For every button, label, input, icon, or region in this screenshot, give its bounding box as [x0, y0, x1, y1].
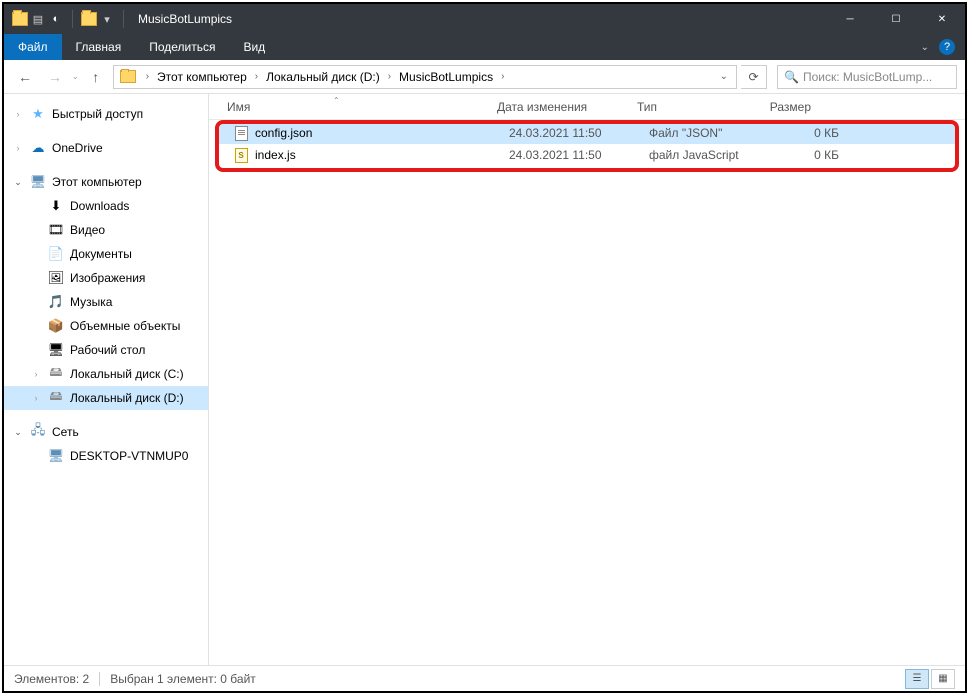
sidebar-downloads[interactable]: ⬇ Downloads: [4, 194, 208, 218]
sidebar-this-pc[interactable]: ⌄ 🖥 Этот компьютер: [4, 170, 208, 194]
chevron-right-icon[interactable]: ›: [30, 369, 42, 379]
back-button[interactable]: ←: [12, 64, 38, 90]
file-json-icon: [233, 125, 249, 141]
titlebar: ▤ ◐ ▾ MusicBotLumpics ─ ☐ ✕: [4, 4, 965, 34]
sidebar-drive-c[interactable]: › 🖴 Локальный диск (C:): [4, 362, 208, 386]
breadcrumb-folder-icon: [120, 70, 136, 83]
qat-properties-icon[interactable]: ▤: [30, 11, 46, 27]
crumb-drive-d[interactable]: Локальный диск (D:): [262, 66, 384, 88]
ribbon-tab-view[interactable]: Вид: [229, 34, 279, 60]
file-type: файл JavaScript: [649, 148, 769, 162]
file-type: Файл "JSON": [649, 126, 769, 140]
sort-indicator-icon: ⌃: [333, 96, 340, 105]
video-icon: 🎞: [48, 222, 64, 238]
file-size: 0 КБ: [769, 148, 839, 162]
window-title: MusicBotLumpics: [138, 12, 232, 26]
sidebar-quick-access[interactable]: › ★ Быстрый доступ: [4, 102, 208, 126]
maximize-button[interactable]: ☐: [873, 4, 919, 34]
help-icon[interactable]: ?: [939, 39, 955, 55]
sidebar-pictures[interactable]: 🖼 Изображения: [4, 266, 208, 290]
chevron-right-icon[interactable]: ›: [30, 393, 42, 403]
column-date[interactable]: Дата изменения: [489, 100, 629, 114]
music-icon: 🎵: [48, 294, 64, 310]
sidebar-onedrive[interactable]: › ☁ OneDrive: [4, 136, 208, 160]
cloud-icon: ☁: [30, 140, 46, 156]
sidebar-video[interactable]: 🎞 Видео: [4, 218, 208, 242]
sidebar-documents[interactable]: 📄 Документы: [4, 242, 208, 266]
column-size[interactable]: Размер: [749, 100, 819, 114]
navigation-pane: › ★ Быстрый доступ › ☁ OneDrive ⌄ 🖥 Этот…: [4, 94, 209, 665]
status-item-count: Элементов: 2: [14, 672, 89, 686]
up-button[interactable]: ↑: [83, 64, 109, 90]
close-button[interactable]: ✕: [919, 4, 965, 34]
file-date: 24.03.2021 11:50: [509, 148, 649, 162]
search-input[interactable]: 🔍 Поиск: MusicBotLump...: [777, 65, 957, 89]
address-bar: ← → ⌄ ↑ › Этот компьютер › Локальный дис…: [4, 60, 965, 94]
file-list-pane: ⌃ Имя Дата изменения Тип Размер config.j…: [209, 94, 965, 665]
minimize-button[interactable]: ─: [827, 4, 873, 34]
sidebar-drive-d[interactable]: › 🖴 Локальный диск (D:): [4, 386, 208, 410]
crumb-root-sep[interactable]: ›: [142, 71, 153, 82]
drive-icon: 🖴: [48, 390, 64, 406]
breadcrumb-box[interactable]: › Этот компьютер › Локальный диск (D:) ›…: [113, 65, 737, 89]
ribbon-tabs: Файл Главная Поделиться Вид ⌄ ?: [4, 34, 965, 60]
ribbon-tab-home[interactable]: Главная: [62, 34, 136, 60]
sidebar-desktop[interactable]: 🖥 Рабочий стол: [4, 338, 208, 362]
pc-icon: 🖥: [30, 174, 46, 190]
monitor-icon: 🖥: [48, 448, 64, 464]
sidebar-3d-objects[interactable]: 📦 Объемные объекты: [4, 314, 208, 338]
file-js-icon: S: [233, 147, 249, 163]
view-details-button[interactable]: ☰: [905, 669, 929, 689]
file-row[interactable]: config.json 24.03.2021 11:50 Файл "JSON"…: [219, 122, 955, 144]
file-size: 0 КБ: [769, 126, 839, 140]
sidebar-network-pc[interactable]: 🖥 DESKTOP-VTNMUP0: [4, 444, 208, 468]
column-headers: ⌃ Имя Дата изменения Тип Размер: [209, 94, 965, 120]
crumb-this-pc[interactable]: Этот компьютер: [153, 66, 251, 88]
ribbon-file-tab[interactable]: Файл: [4, 34, 62, 60]
downloads-icon: ⬇: [48, 198, 64, 214]
pictures-icon: 🖼: [48, 270, 64, 286]
sidebar-network[interactable]: ⌄ 🖧 Сеть: [4, 420, 208, 444]
title-separator: [123, 10, 124, 28]
star-icon: ★: [30, 106, 46, 122]
chevron-right-icon[interactable]: ›: [12, 109, 24, 119]
ribbon-tab-share[interactable]: Поделиться: [135, 34, 229, 60]
sidebar-music[interactable]: 🎵 Музыка: [4, 290, 208, 314]
search-icon: 🔍: [784, 70, 799, 84]
file-row[interactable]: S index.js 24.03.2021 11:50 файл JavaScr…: [219, 144, 955, 166]
desktop-icon: 🖥: [48, 342, 64, 358]
qat-dropdown-icon[interactable]: ▾: [99, 11, 115, 27]
app-folder-icon: [12, 12, 28, 26]
context-folder-icon: [81, 12, 97, 26]
chevron-down-icon[interactable]: ⌄: [12, 427, 24, 438]
chevron-down-icon[interactable]: ⌄: [12, 177, 24, 188]
qat-separator: [72, 10, 73, 28]
crumb-folder[interactable]: MusicBotLumpics: [395, 66, 497, 88]
column-type[interactable]: Тип: [629, 100, 749, 114]
refresh-button[interactable]: ⟳: [741, 65, 767, 89]
recent-dropdown-icon[interactable]: ⌄: [72, 72, 79, 81]
ribbon-collapse-icon[interactable]: ⌄: [921, 42, 929, 53]
column-name[interactable]: Имя: [219, 100, 489, 114]
drive-icon: 🖴: [48, 366, 64, 382]
3d-icon: 📦: [48, 318, 64, 334]
address-dropdown-icon[interactable]: ⌄: [712, 71, 736, 82]
file-name: index.js: [255, 148, 509, 162]
forward-button[interactable]: →: [42, 64, 68, 90]
view-thumbnails-button[interactable]: ▦: [931, 669, 955, 689]
search-placeholder: Поиск: MusicBotLump...: [803, 70, 932, 84]
qat-new-icon[interactable]: ◐: [48, 11, 64, 27]
chevron-right-icon[interactable]: ›: [12, 143, 24, 153]
file-name: config.json: [255, 126, 509, 140]
status-selection: Выбран 1 элемент: 0 байт: [110, 672, 256, 686]
documents-icon: 📄: [48, 246, 64, 262]
network-icon: 🖧: [30, 424, 46, 440]
file-date: 24.03.2021 11:50: [509, 126, 649, 140]
status-bar: Элементов: 2 Выбран 1 элемент: 0 байт ☰ …: [4, 665, 965, 691]
